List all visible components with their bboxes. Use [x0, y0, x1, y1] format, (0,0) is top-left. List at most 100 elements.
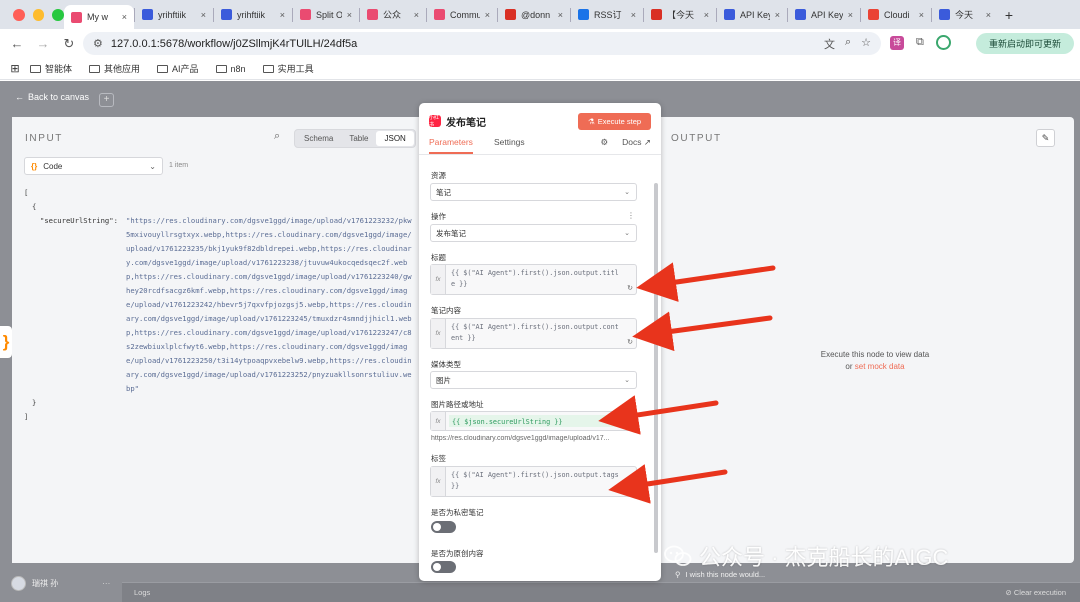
clear-execution-button[interactable]: ⊘ Clear execution — [1006, 588, 1067, 597]
browser-tab[interactable]: Split Ou × — [293, 3, 359, 27]
node-title[interactable]: 发布笔记 — [446, 114, 486, 129]
address-bar: ← → ↻ ⚙ 127.0.0.1:5678/workflow/j0ZSllmj… — [0, 29, 1080, 58]
tab-parameters[interactable]: Parameters — [429, 137, 473, 154]
view-table-tab[interactable]: Table — [341, 131, 376, 146]
apps-grid-icon[interactable]: ⊞ — [0, 62, 30, 75]
bookmark-folder[interactable]: 其他应用 — [89, 62, 140, 75]
close-tab-icon[interactable]: × — [280, 10, 285, 20]
tab-label: RSS订 — [594, 10, 622, 20]
content-expression-input[interactable]: fx {{ $("AI Agent").first().json.output.… — [430, 318, 637, 349]
tab-favicon-icon — [434, 9, 445, 20]
close-tab-icon[interactable]: × — [347, 10, 352, 20]
browser-tab[interactable]: yrihftiik × — [135, 3, 213, 27]
tab-favicon-icon — [505, 9, 516, 20]
reset-icon[interactable]: ↻ — [627, 284, 633, 292]
avatar — [11, 576, 26, 591]
add-node-button[interactable]: + — [99, 93, 114, 107]
profile-avatar-icon[interactable] — [935, 35, 951, 50]
close-tab-icon[interactable]: × — [986, 10, 991, 20]
close-tab-icon[interactable]: × — [414, 10, 419, 20]
browser-tab[interactable]: 今天 × — [932, 3, 998, 27]
output-title: OUTPUT — [671, 133, 722, 144]
gear-icon[interactable]: ⚙ — [601, 137, 609, 148]
reset-icon[interactable]: ↻ — [627, 420, 633, 428]
logs-label[interactable]: Logs — [134, 588, 150, 597]
url-bar[interactable]: ⚙ 127.0.0.1:5678/workflow/j0ZSllmjK4rTUl… — [83, 32, 881, 55]
restart-update-button[interactable]: 重新启动即可更新 — [976, 33, 1074, 54]
tab-label: 【今天 — [667, 10, 695, 20]
options-kebab-icon[interactable]: ⋮ — [627, 211, 635, 220]
json-brace: } — [32, 398, 37, 407]
close-tab-icon[interactable]: × — [485, 10, 490, 20]
reset-icon[interactable]: ↻ — [627, 338, 633, 346]
minimize-window-button[interactable] — [32, 8, 45, 21]
title-expression-input[interactable]: fx {{ $("AI Agent").first().json.output.… — [430, 264, 637, 295]
back-to-canvas-link[interactable]: ← Back to canvas — [15, 92, 89, 102]
operation-select[interactable]: 发布笔记 ⌄ — [430, 224, 637, 242]
tab-favicon-icon — [221, 9, 232, 20]
browser-tab[interactable]: Cloudi × — [861, 3, 931, 27]
bookmark-folder[interactable]: 实用工具 — [262, 62, 314, 75]
extensions-puzzle-icon[interactable]: ⧉ — [916, 36, 924, 49]
browser-tab[interactable]: API Key × — [717, 3, 787, 27]
close-tab-icon[interactable]: × — [704, 10, 709, 20]
view-schema-tab[interactable]: Schema — [296, 131, 341, 146]
view-json-tab[interactable]: JSON — [376, 131, 414, 146]
browser-tab[interactable]: yrihftiik × — [214, 3, 292, 27]
bookmark-folder[interactable]: 智能体 — [30, 62, 72, 75]
browser-tab[interactable]: @donn × — [498, 3, 570, 27]
bookmark-folder[interactable]: n8n — [215, 64, 246, 74]
tab-favicon-icon — [868, 9, 879, 20]
reload-icon[interactable]: ↻ — [56, 36, 82, 52]
json-bracket: [ — [24, 188, 29, 197]
close-tab-icon[interactable]: × — [558, 10, 563, 20]
browser-tab[interactable]: 【今天 × — [644, 3, 716, 27]
user-menu[interactable]: 瑞祺 孙 ··· — [11, 576, 110, 591]
browser-tab[interactable]: My w × — [64, 5, 134, 29]
logs-bar[interactable]: Logs ⊘ Clear execution — [122, 582, 1080, 602]
close-tab-icon[interactable]: × — [848, 10, 853, 20]
forward-icon[interactable]: → — [30, 36, 56, 51]
browser-tab[interactable]: API Key × — [788, 3, 860, 27]
scrollbar[interactable] — [654, 183, 658, 553]
url-text[interactable]: 127.0.0.1:5678/workflow/j0ZSllmjK4rTUlLH… — [111, 38, 357, 50]
search-icon[interactable]: ⌕ — [274, 130, 280, 143]
zoom-icon[interactable]: ⌕ — [845, 36, 851, 52]
bookmark-star-icon[interactable]: ☆ — [861, 36, 871, 52]
close-tab-icon[interactable]: × — [775, 10, 780, 20]
maximize-window-button[interactable] — [52, 8, 65, 21]
new-tab-button[interactable]: + — [998, 7, 1020, 23]
translate-icon[interactable]: 文 — [824, 36, 835, 52]
xiaohongshu-icon: 小红书 — [429, 115, 441, 128]
image-path-expression-input[interactable]: fx {{ $json.secureUrlString }} ↻ — [430, 411, 637, 431]
bookmark-folder[interactable]: AI产品 — [157, 62, 199, 75]
resource-select[interactable]: 笔记 ⌄ — [430, 183, 637, 201]
tags-expression-input[interactable]: fx {{ $("AI Agent").first().json.output.… — [430, 466, 637, 497]
more-icon[interactable]: ··· — [102, 579, 110, 588]
tab-label: 公众 — [383, 10, 402, 20]
input-node-select[interactable]: {} Code ⌄ — [24, 157, 163, 175]
flask-icon: ⚗ — [587, 117, 595, 126]
private-note-toggle[interactable] — [431, 521, 456, 533]
tab-favicon-icon — [300, 9, 311, 20]
browser-tab[interactable]: Commu × — [427, 3, 497, 27]
close-window-button[interactable] — [13, 8, 25, 21]
extension-icon[interactable]: 译 — [890, 35, 904, 50]
site-info-icon[interactable]: ⚙ — [93, 37, 103, 50]
close-tab-icon[interactable]: × — [122, 12, 127, 22]
close-tab-icon[interactable]: × — [919, 10, 924, 20]
edit-output-button[interactable]: ✎ — [1036, 129, 1055, 147]
original-content-toggle[interactable] — [431, 561, 456, 573]
docs-link[interactable]: Docs ↗ — [622, 137, 651, 148]
browser-tab[interactable]: 公众 × — [360, 3, 426, 27]
browser-tab[interactable]: RSS订 × — [571, 3, 643, 27]
set-mock-data-link[interactable]: set mock data — [855, 362, 905, 371]
close-tab-icon[interactable]: × — [631, 10, 636, 20]
media-type-select[interactable]: 图片 ⌄ — [430, 371, 637, 389]
execute-step-button[interactable]: ⚗ Execute step — [578, 113, 651, 130]
close-tab-icon[interactable]: × — [201, 10, 206, 20]
browser-tab-bar: My w×yrihftiik×yrihftiik×Split Ou×公众×Com… — [0, 0, 1080, 29]
tab-settings[interactable]: Settings — [494, 137, 525, 154]
code-node-edge-icon[interactable]: } — [0, 326, 12, 358]
back-icon[interactable]: ← — [4, 36, 30, 51]
